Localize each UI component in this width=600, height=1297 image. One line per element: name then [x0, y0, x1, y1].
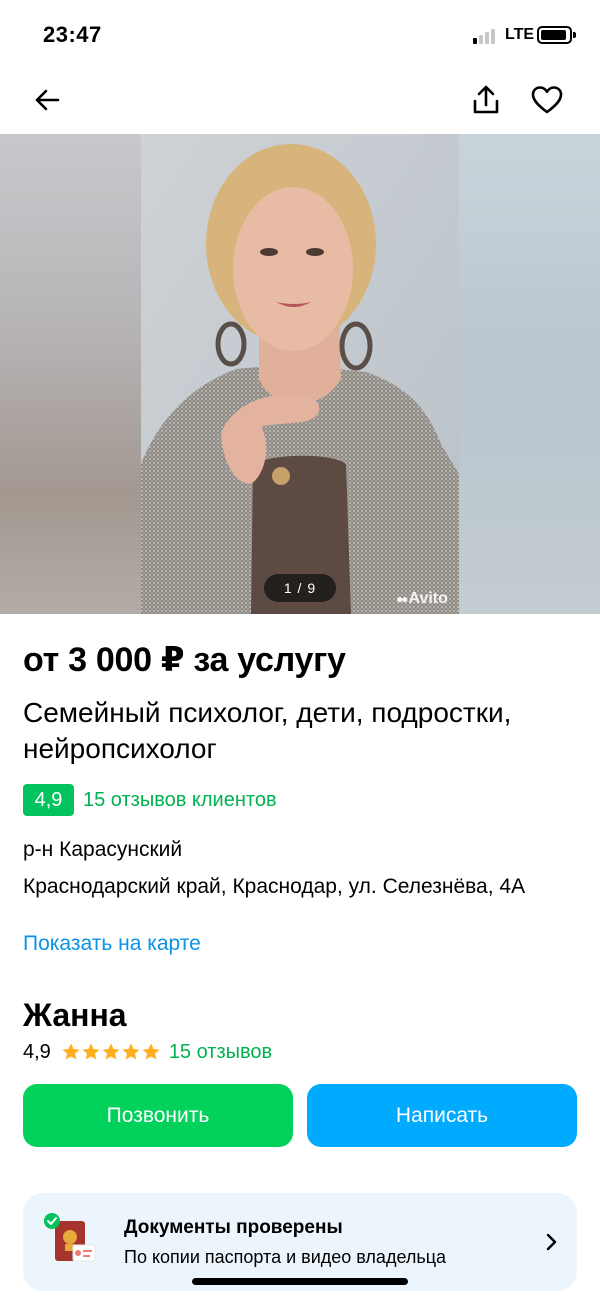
price: от 3 000 ₽ за услугу: [23, 641, 346, 679]
write-button[interactable]: Написать: [307, 1084, 577, 1147]
seller-reviews-link[interactable]: 15 отзывов: [169, 1041, 272, 1064]
listing-title: Семейный психолог, дети, подростки, нейр…: [23, 697, 512, 764]
status-bar: 23:47 LTE: [0, 0, 600, 66]
client-reviews-link[interactable]: 15 отзывов клиентов: [83, 789, 277, 812]
star-icon: [62, 1043, 80, 1060]
home-indicator[interactable]: [192, 1278, 408, 1285]
photo-gallery[interactable]: ●● Avito: [0, 134, 600, 614]
signal-icon: [473, 28, 499, 44]
arrow-left-icon: [35, 89, 60, 111]
status-time: 23:47: [43, 22, 102, 47]
seller-name[interactable]: Жанна: [23, 997, 127, 1034]
seller-stars: [61, 1042, 161, 1062]
avito-watermark: ●● Avito: [396, 590, 448, 607]
listing-rating-row[interactable]: 4,9 15 отзывов клиентов: [23, 784, 277, 816]
address: Краснодарский край, Краснодар, ул. Селез…: [23, 875, 526, 898]
documents-title: Документы проверены: [124, 1217, 343, 1238]
battery-tip: [573, 32, 576, 38]
documents-verified-card[interactable]: Документы проверены По копии паспорта и …: [23, 1193, 577, 1291]
share-icon: [473, 85, 499, 114]
back-button[interactable]: [27, 80, 67, 120]
favorite-button[interactable]: [527, 80, 567, 120]
show-on-map-link[interactable]: Показать на карте: [23, 932, 201, 956]
star-icon: [122, 1043, 140, 1060]
chevron-right-icon: [546, 1233, 557, 1251]
rating-badge: 4,9: [23, 784, 74, 816]
seller-rating-row[interactable]: 4,9 15 отзывов: [23, 1039, 272, 1065]
gallery-side-blur-left: [0, 134, 141, 614]
battery-icon: [537, 26, 572, 44]
photo-counter: 1 / 9: [264, 574, 336, 602]
district: р-н Карасунский: [23, 838, 183, 861]
listing-photo[interactable]: [141, 134, 459, 614]
heart-icon: [531, 86, 563, 114]
star-icon: [82, 1043, 100, 1060]
seller-rating-value: 4,9: [23, 1040, 51, 1063]
star-icon: [102, 1043, 120, 1060]
passport-check-icon: [44, 1213, 96, 1262]
star-icon: [142, 1043, 160, 1060]
documents-subtitle: По копии паспорта и видео владельца: [124, 1247, 447, 1267]
network-label: LTE: [505, 26, 535, 43]
share-button[interactable]: [466, 80, 506, 120]
call-button[interactable]: Позвонить: [23, 1084, 293, 1147]
gallery-side-blur-right: [459, 134, 600, 614]
top-nav: [0, 66, 600, 134]
